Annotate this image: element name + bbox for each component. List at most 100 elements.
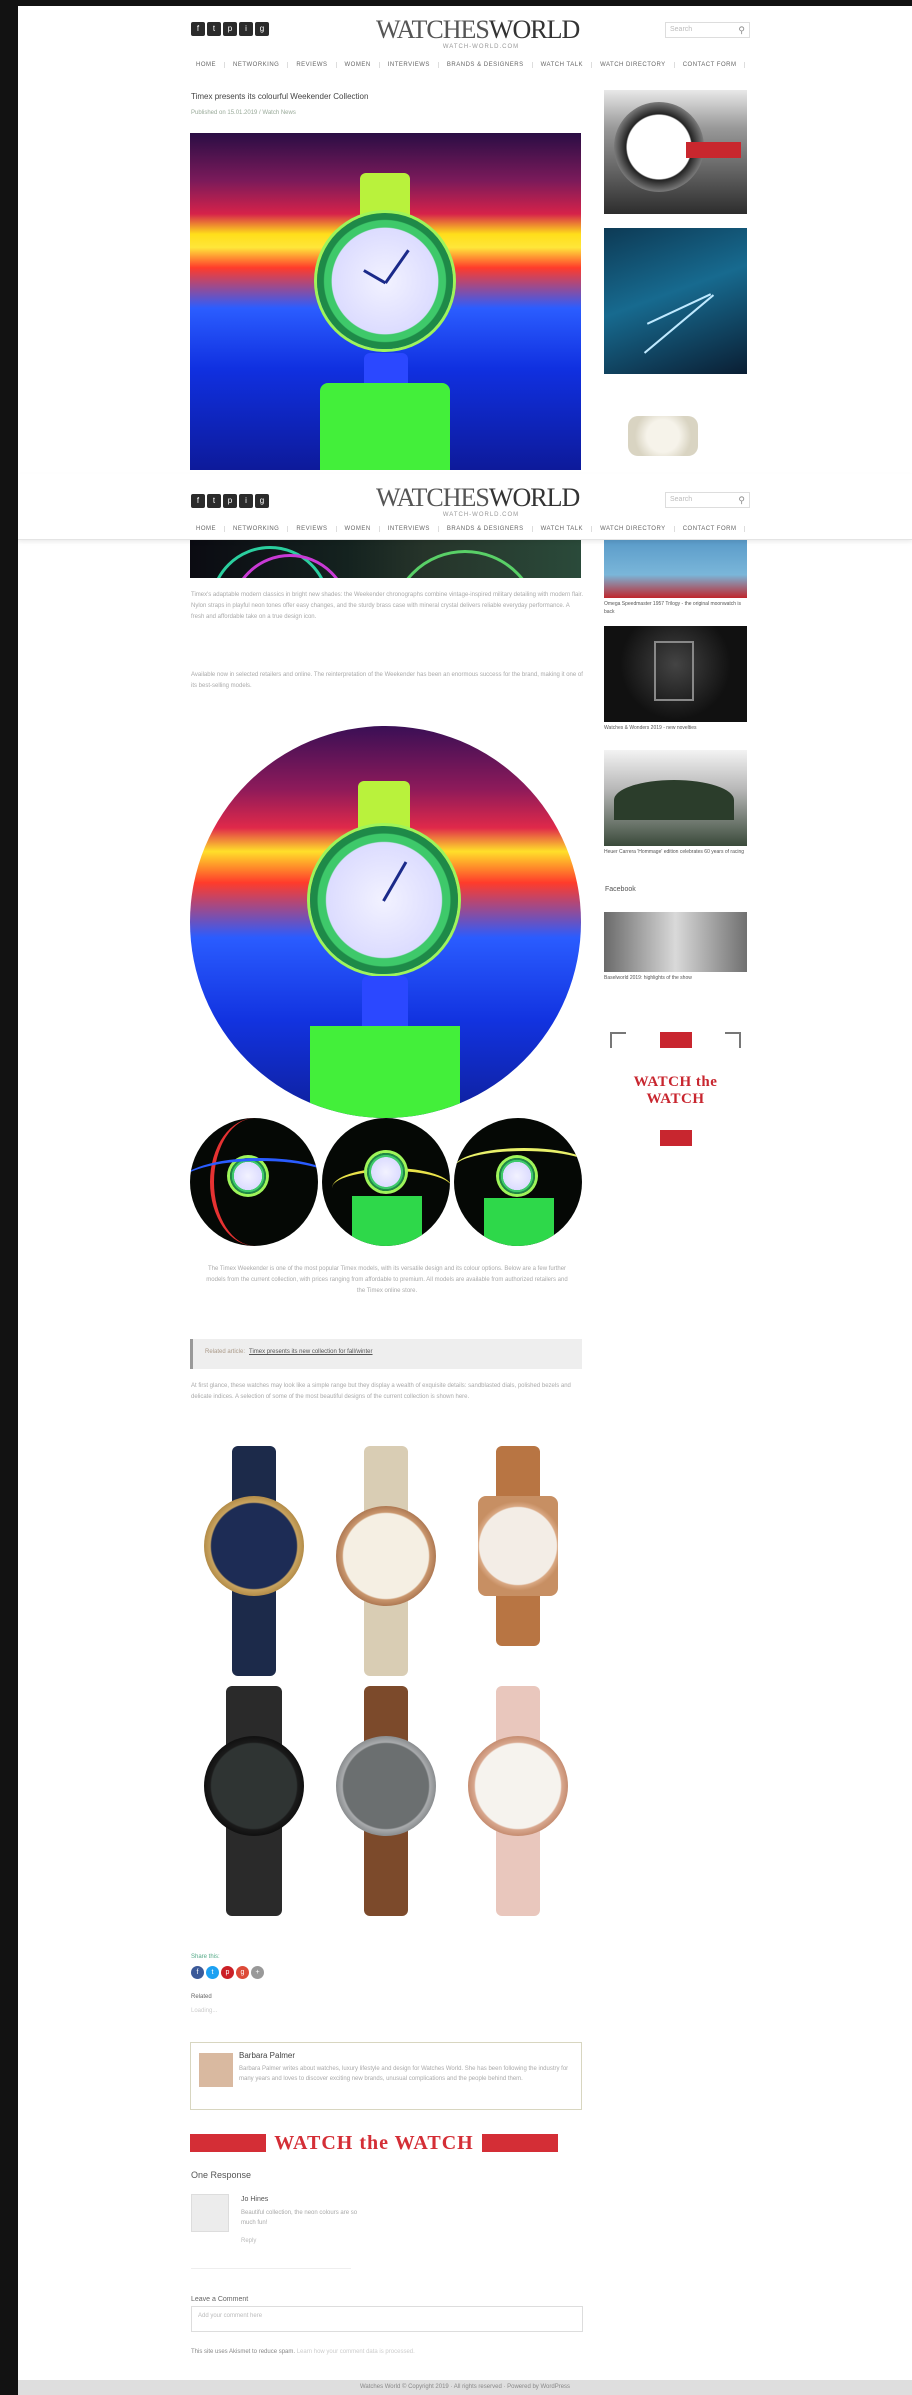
search-input[interactable]: Search ⚲: [665, 492, 750, 508]
article-paragraph: At first glance, these watches may look …: [191, 1383, 571, 1400]
quote-prefix: Related article:: [205, 1349, 246, 1355]
sidebar-ad-chronograph[interactable]: [604, 90, 747, 214]
banner-bar: [481, 2134, 558, 2152]
nav-interviews[interactable]: INTERVIEWS: [380, 526, 439, 532]
logo-text-watches: WATCHES: [376, 15, 490, 44]
nav-brands[interactable]: BRANDS & DESIGNERS: [439, 526, 533, 532]
site-header: f t p i g WATCHESWORLD WATCH-WORLD.COM S…: [18, 12, 912, 72]
nav-interviews[interactable]: INTERVIEWS: [380, 62, 439, 68]
light-arc: [190, 1158, 318, 1208]
thumb-circle-1[interactable]: [190, 1118, 318, 1246]
facebook-widget-cover[interactable]: [604, 912, 747, 972]
related-loading: Loading...: [191, 2008, 218, 2014]
sidebar-post-1-caption[interactable]: Omega Speedmaster 1957 Trilogy - the ori…: [604, 600, 747, 616]
sidebar-post-2-caption[interactable]: Watches & Wonders 2019 - new novelties: [604, 724, 747, 732]
sidebar-post-1-image[interactable]: [604, 540, 747, 598]
sidebar-post-3-caption[interactable]: Heuer Carrera 'Hommage' edition celebrat…: [604, 848, 747, 856]
comment-input[interactable]: Add your comment here: [191, 2306, 583, 2332]
building: [614, 780, 734, 820]
watch-face: [478, 1496, 558, 1596]
facebook-icon[interactable]: f: [191, 22, 205, 36]
product-watch-navy[interactable]: [190, 1446, 318, 1676]
nav-directory[interactable]: WATCH DIRECTORY: [592, 62, 675, 68]
watch-face: [204, 1496, 304, 1596]
thumb-circle-3[interactable]: [454, 1118, 582, 1246]
product-watch-cream[interactable]: [322, 1446, 450, 1676]
site-logo[interactable]: WATCHESWORLD WATCH-WORLD.COM: [376, 15, 580, 51]
site-logo[interactable]: WATCHESWORLD WATCH-WORLD.COM: [376, 483, 580, 519]
share-twitter-icon[interactable]: t: [206, 1966, 219, 1979]
pinterest-icon[interactable]: p: [223, 494, 237, 508]
search-placeholder: Search: [670, 26, 693, 33]
nav-brands[interactable]: BRANDS & DESIGNERS: [439, 62, 533, 68]
nav-directory[interactable]: WATCH DIRECTORY: [592, 526, 675, 532]
share-pinterest-icon[interactable]: p: [221, 1966, 234, 1979]
thumb-circle-2[interactable]: [322, 1118, 450, 1246]
banner-bar: [190, 2134, 267, 2152]
nav-home[interactable]: HOME: [188, 62, 225, 68]
watch-stand: [352, 1196, 422, 1246]
share-label: Share this:: [191, 1954, 220, 1960]
author-name[interactable]: Barbara Palmer: [239, 2051, 573, 2060]
page: f t p i g WATCHESWORLD WATCH-WORLD.COM S…: [18, 6, 912, 2395]
article-meta[interactable]: Published on 15.01.2019 / Watch News: [191, 110, 296, 116]
search-input[interactable]: Search ⚲: [665, 22, 750, 38]
facebook-icon[interactable]: f: [191, 494, 205, 508]
nav-watch-talk[interactable]: WATCH TALK: [533, 526, 593, 532]
sidebar-ad-movement[interactable]: [604, 398, 747, 476]
google-plus-icon[interactable]: g: [255, 22, 269, 36]
sidebar-ad-baselworld[interactable]: [604, 228, 747, 374]
related-quote: Related article: Timex presents its new c…: [190, 1339, 582, 1369]
watch-the-watch-logo: WATCH the WATCH: [633, 1074, 718, 1107]
product-watch-brown[interactable]: [322, 1686, 450, 1916]
sidebar-post-2-image[interactable]: [604, 626, 747, 722]
commenter-avatar: [191, 2194, 229, 2232]
share-facebook-icon[interactable]: f: [191, 1966, 204, 1979]
watch-the-watch-banner[interactable]: WATCH the WATCH: [190, 2132, 558, 2154]
nav-contact[interactable]: CONTACT FORM: [675, 62, 746, 68]
nav-home[interactable]: HOME: [188, 526, 225, 532]
commenter-name[interactable]: Jo Hines: [241, 2196, 268, 2203]
sidebar-watch-the-watch-ad[interactable]: WATCH the WATCH: [604, 1026, 747, 1148]
facebook-widget-title: Facebook: [605, 886, 636, 893]
logo-text-world: WORLD: [488, 483, 580, 512]
nav-women[interactable]: WOMEN: [337, 526, 380, 532]
logo-text-world: WORLD: [488, 15, 580, 44]
facebook-widget-caption[interactable]: Baselworld 2019: highlights of the show: [604, 974, 747, 982]
ad-badge: [686, 142, 741, 158]
article-paragraph: Timex's adaptable modern classics in bri…: [191, 592, 584, 620]
site-footer: Watches World © Copyright 2019 · All rig…: [18, 2380, 912, 2395]
nav-reviews[interactable]: REVIEWS: [288, 62, 337, 68]
instagram-icon[interactable]: i: [239, 494, 253, 508]
hero-image: [190, 133, 581, 470]
twitter-icon[interactable]: t: [207, 494, 221, 508]
nav-reviews[interactable]: REVIEWS: [288, 526, 337, 532]
product-watch-black[interactable]: [190, 1686, 318, 1916]
reply-link[interactable]: Reply: [241, 2238, 256, 2244]
light-arc: [390, 550, 540, 578]
article-paragraph: Available now in selected retailers and …: [191, 672, 583, 689]
quote-link[interactable]: Timex presents its new collection for fa…: [249, 1349, 373, 1355]
watch-stand: [310, 1026, 460, 1118]
pinterest-icon[interactable]: p: [223, 22, 237, 36]
nav-networking[interactable]: NETWORKING: [225, 62, 289, 68]
share-more-icon[interactable]: +: [251, 1966, 264, 1979]
ad-bar: [660, 1032, 692, 1048]
logo-text-watches: WATCHES: [376, 483, 490, 512]
corner-mark: [610, 1032, 626, 1048]
sidebar-post-3-image[interactable]: [604, 750, 747, 846]
instagram-icon[interactable]: i: [239, 22, 253, 36]
product-watch-tan[interactable]: [454, 1446, 582, 1676]
twitter-icon[interactable]: t: [207, 22, 221, 36]
nav-contact[interactable]: CONTACT FORM: [675, 526, 746, 532]
product-watch-pink[interactable]: [454, 1686, 582, 1916]
nav-networking[interactable]: NETWORKING: [225, 526, 289, 532]
author-avatar: [199, 2053, 233, 2087]
google-plus-icon[interactable]: g: [255, 494, 269, 508]
nav-watch-talk[interactable]: WATCH TALK: [533, 62, 593, 68]
nav-women[interactable]: WOMEN: [337, 62, 380, 68]
akismet-link[interactable]: Learn how your comment data is processed…: [297, 2349, 415, 2355]
share-google-icon[interactable]: g: [236, 1966, 249, 1979]
search-icon[interactable]: ⚲: [738, 495, 745, 506]
search-icon[interactable]: ⚲: [738, 25, 745, 36]
